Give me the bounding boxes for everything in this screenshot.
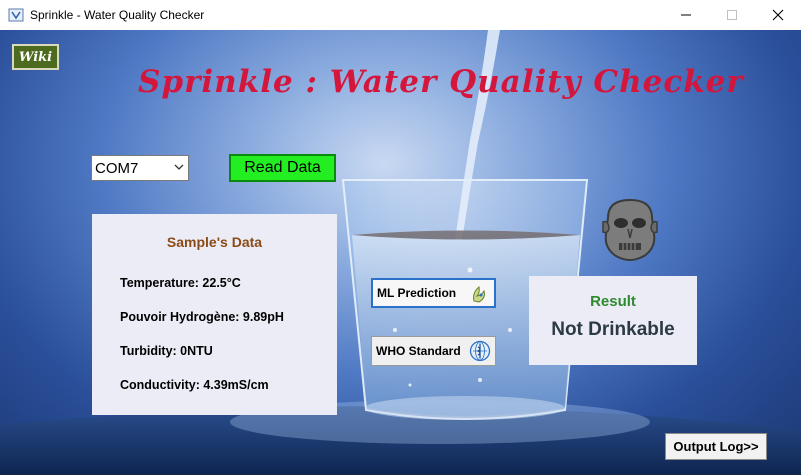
result-panel: Result Not Drinkable [529,276,697,365]
app-title: Sprinkle : Water Quality Checker [138,64,744,100]
who-emblem-icon [469,340,491,362]
sample-data-title: Sample's Data [166,234,263,250]
minimize-button[interactable] [663,0,709,30]
result-label: Result [590,293,636,310]
who-standard-label: WHO Standard [376,344,461,358]
ph-reading: Pouvoir Hydrogène: 9.89pH [120,310,284,324]
minimize-icon [681,14,691,16]
maximize-icon [727,10,737,20]
close-icon [772,9,784,21]
maximize-button[interactable] [709,0,755,30]
output-log-button[interactable]: Output Log>> [665,433,767,460]
ml-icon [473,286,485,303]
close-button[interactable] [755,0,801,30]
main-window-client: Wiki Sprinkle : Water Quality Checker CO… [0,30,801,475]
sad-face-icon [602,198,658,261]
port-select-value: COM7 [95,160,139,177]
sample-data-panel: Sample's Data Temperature: 22.5°C Pouvoi… [92,214,337,415]
who-standard-button[interactable]: WHO Standard [371,336,496,366]
app-icon [8,8,24,22]
window-titlebar: Sprinkle - Water Quality Checker [0,0,801,30]
turbidity-reading: Turbidity: 0NTU [120,344,213,358]
result-value: Not Drinkable [551,319,675,340]
chevron-down-icon [174,164,184,170]
temperature-reading: Temperature: 22.5°C [120,276,241,290]
ml-prediction-button[interactable]: ML Prediction [371,278,496,308]
read-data-button[interactable]: Read Data [229,154,336,182]
ml-prediction-label: ML Prediction [377,286,457,300]
window-title: Sprinkle - Water Quality Checker [30,8,205,22]
wiki-button[interactable]: Wiki [12,44,59,70]
port-select[interactable]: COM7 [91,155,189,181]
conductivity-reading: Conductivity: 4.39mS/cm [120,378,269,392]
